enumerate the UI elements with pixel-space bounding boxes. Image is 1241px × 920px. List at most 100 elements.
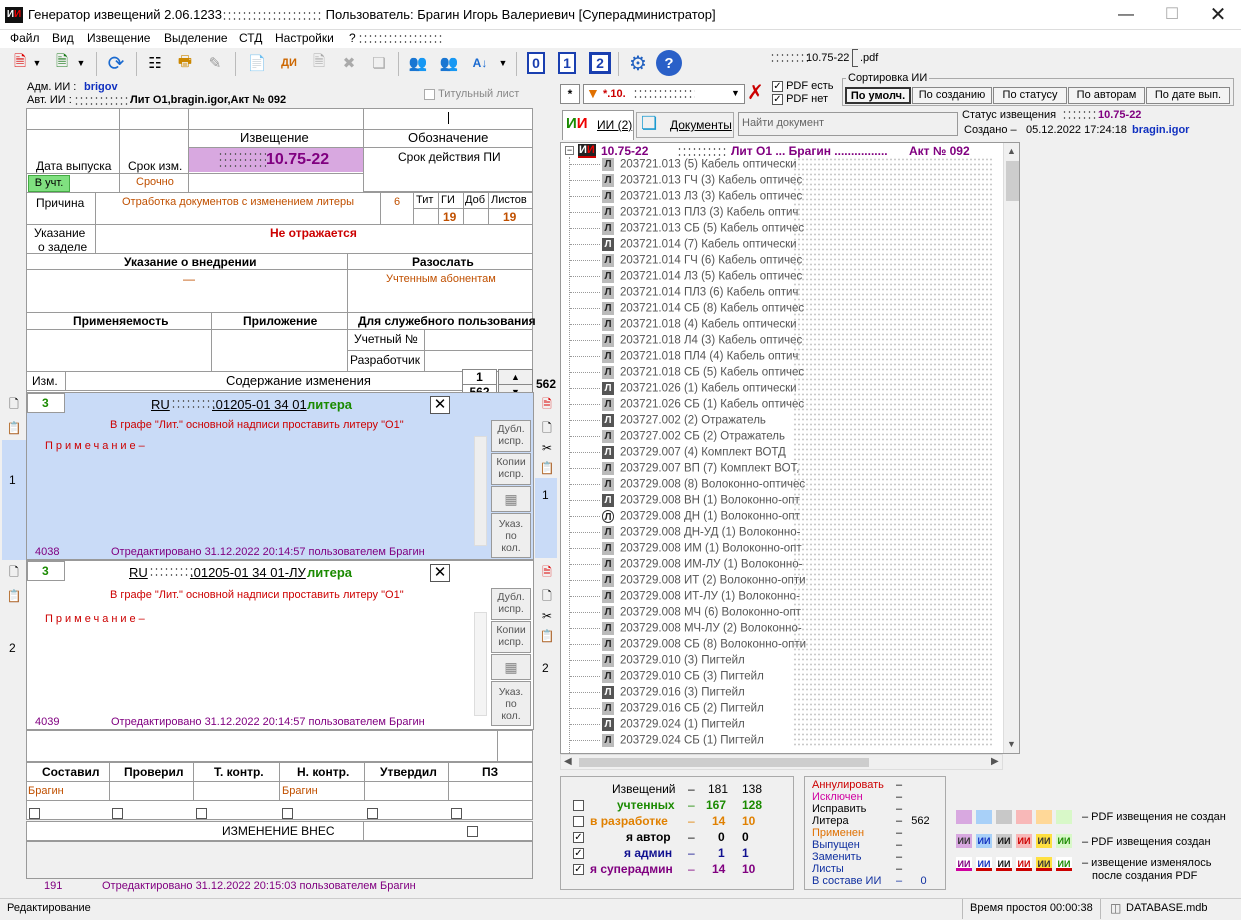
sign-checkbox[interactable] (29, 806, 40, 820)
menu-notice[interactable]: Извещение (87, 31, 150, 45)
tree-item[interactable]: Л 203729.008 ДН (1) Волоконно-опт (561, 510, 800, 526)
stat-filter-checkbox[interactable] (573, 814, 584, 828)
sign-checkbox[interactable] (196, 806, 207, 820)
chevron-down-icon[interactable]: ▼ (496, 50, 510, 76)
scroll-thumb[interactable] (1006, 161, 1019, 201)
tree-item[interactable]: Л 203721.018 Л4 (3) Кабель оптичес (561, 334, 802, 350)
tree-item[interactable]: Л 203729.008 ИМ-ЛУ (1) Волоконно- (561, 558, 802, 574)
tree-hscrollbar[interactable]: ◀ ▶ (560, 754, 1003, 770)
change-block-1[interactable] (26, 392, 534, 560)
table-icon[interactable]: ▦ (491, 486, 531, 512)
table-icon[interactable]: ▦ (491, 654, 531, 680)
tree-item[interactable]: Л 203721.018 СБ (5) Кабель оптичес (561, 366, 804, 382)
razoslat-value[interactable]: Учтенным абонентам (386, 273, 496, 285)
scroll-down-icon[interactable]: ▼ (1007, 739, 1016, 749)
refresh-icon[interactable]: ⟳ (104, 50, 128, 76)
copy-document-icon[interactable]: ❏ (367, 50, 391, 76)
scroll-right-icon[interactable]: ▶ (991, 756, 999, 767)
tree-item[interactable]: Л 203721.013 Л3 (3) Кабель оптичес (561, 190, 802, 206)
change-block-2[interactable] (26, 560, 534, 730)
change-text[interactable]: В графе "Лит." основной надписи простави… (110, 589, 404, 601)
copy-icon[interactable]: 🗋 (4, 394, 24, 414)
change-doc-ru[interactable]: RU (129, 565, 148, 580)
chevron-down-icon[interactable]: ▼ (74, 50, 88, 76)
chevron-down-icon[interactable]: ▼ (30, 50, 44, 76)
tree-item[interactable]: Л 203721.013 ГЧ (3) Кабель оптичес (561, 174, 802, 190)
izm-vnes-checkbox[interactable] (467, 824, 478, 838)
tree-item[interactable]: Л 203727.002 СБ (2) Отражатель (561, 430, 785, 446)
change-scrollbar[interactable] (474, 612, 487, 716)
tree-item[interactable]: Л 203729.008 МЧ (6) Волоконно-опт (561, 606, 801, 622)
uchet-field[interactable] (424, 329, 533, 351)
tree-item[interactable]: Л 203721.018 ПЛ4 (4) Кабель оптич (561, 350, 798, 366)
view-mode-2-button[interactable]: 2 (589, 52, 611, 74)
filter-all-button[interactable]: * (560, 84, 580, 104)
tree-item[interactable]: Л 203721.018 (4) Кабель оптически (561, 318, 797, 334)
tree-item[interactable]: Л 203721.026 СБ (1) Кабель оптичес (561, 398, 804, 414)
sort-date-button[interactable]: По дате вып. (1146, 87, 1230, 104)
tree-item[interactable]: Л 203729.008 СБ (8) Волоконно-опти (561, 638, 806, 654)
users-icon[interactable]: 👥 (406, 50, 430, 76)
scissors-icon[interactable]: ✂ (537, 438, 557, 458)
dubl-ispr-button[interactable]: Дубл. испр. (491, 420, 531, 452)
menu-selection[interactable]: Выделение (164, 31, 228, 45)
tree-item[interactable]: Л 203729.016 (3) Пигтейл (561, 686, 745, 702)
tree-scrollbar[interactable]: ▲ ▼ (1003, 143, 1019, 753)
help-icon[interactable]: ? (656, 50, 682, 76)
page-up-button[interactable]: ▲ (498, 369, 533, 385)
sign-sostavil-value[interactable]: Брагин (28, 785, 64, 797)
pdf-export-icon[interactable]: 🗎 (8, 50, 32, 76)
tree-root-label[interactable]: 10.75-22 (601, 144, 648, 158)
change-doc-code[interactable]: .01205-01 34 01-ЛУ (190, 565, 306, 580)
tree-item[interactable]: Л 203721.026 (1) Кабель оптически (561, 382, 797, 398)
delete-document-icon[interactable]: ✖ (337, 50, 361, 76)
titul-checkbox[interactable]: Титульный лист (424, 88, 519, 100)
menu-view[interactable]: Вид (52, 31, 74, 45)
delete-change-button[interactable]: ✕ (430, 396, 450, 414)
tree-item[interactable]: Л 203729.016 СБ (2) Пигтейл (561, 702, 764, 718)
paste-icon[interactable]: 📋 (4, 418, 24, 438)
sign-checkbox[interactable] (112, 806, 123, 820)
sign-nkontr-value[interactable]: Брагин (282, 785, 318, 797)
dubl-ispr-button[interactable]: Дубл. испр. (491, 588, 531, 620)
paste-icon[interactable]: 📋 (537, 458, 557, 478)
pdf-icon[interactable]: 🗎 (537, 394, 557, 414)
sign-checkbox[interactable] (367, 806, 378, 820)
user-group-icon[interactable]: 👥 (437, 50, 461, 76)
tree-item[interactable]: Л 203721.013 (5) Кабель оптически (561, 158, 797, 174)
maximize-button[interactable]: ☐ (1149, 0, 1195, 30)
minimize-button[interactable]: — (1103, 0, 1149, 30)
excel-export-icon[interactable]: 🗎 (50, 50, 74, 76)
print-icon[interactable]: 🖶 (173, 50, 197, 76)
tree-item[interactable]: Л 203721.014 ПЛ3 (6) Кабель оптич (561, 286, 798, 302)
tree-item[interactable]: Л 203721.013 СБ (5) Кабель оптичес (561, 222, 804, 238)
settings-gear-icon[interactable]: ⚙ (626, 50, 650, 76)
change-note[interactable]: Примечание– (45, 440, 148, 452)
hscroll-thumb[interactable] (579, 758, 869, 767)
new-notice-icon[interactable]: ДИ (277, 50, 301, 76)
tree-item[interactable]: Л 203729.010 (3) Пигтейл (561, 654, 745, 670)
sign-checkbox[interactable] (451, 806, 462, 820)
change-doc-ru[interactable]: RU (151, 397, 170, 412)
v-ucht-button[interactable]: В учт. (28, 175, 70, 192)
sort-created-button[interactable]: По созданию (912, 87, 992, 104)
change-note[interactable]: Примечание– (45, 613, 148, 625)
sign-checkbox[interactable] (282, 806, 293, 820)
change-text[interactable]: В графе "Лит." основной надписи простави… (110, 419, 404, 431)
srochno-value[interactable]: Срочно (136, 176, 174, 188)
clear-filter-icon[interactable]: ✗ (747, 83, 764, 103)
document-n-icon[interactable]: 🗎 (307, 50, 331, 76)
copy-icon[interactable]: 🗋 (537, 418, 557, 438)
menu-file[interactable]: Файл (10, 31, 40, 45)
close-button[interactable]: ✕ (1195, 0, 1241, 30)
ukaz-po-kol-button[interactable]: Указ. по кол. (491, 513, 531, 558)
copy-icon[interactable]: 🗋 (4, 562, 24, 582)
tree-item[interactable]: Л 203721.014 (7) Кабель оптически (561, 238, 797, 254)
scroll-up-icon[interactable]: ▲ (1007, 146, 1016, 156)
tree-item[interactable]: Л 203729.007 (4) Комплект ВОТД (561, 446, 786, 462)
chevron-down-icon[interactable]: ▼ (731, 88, 740, 98)
sort-status-button[interactable]: По статусу (993, 87, 1067, 104)
tree-item[interactable]: Л 203729.008 МЧ-ЛУ (2) Волоконно- (561, 622, 802, 638)
prichina-value[interactable]: Отработка документов с изменением литеры (122, 196, 354, 208)
pdf-icon[interactable]: 🗎 (537, 562, 557, 582)
